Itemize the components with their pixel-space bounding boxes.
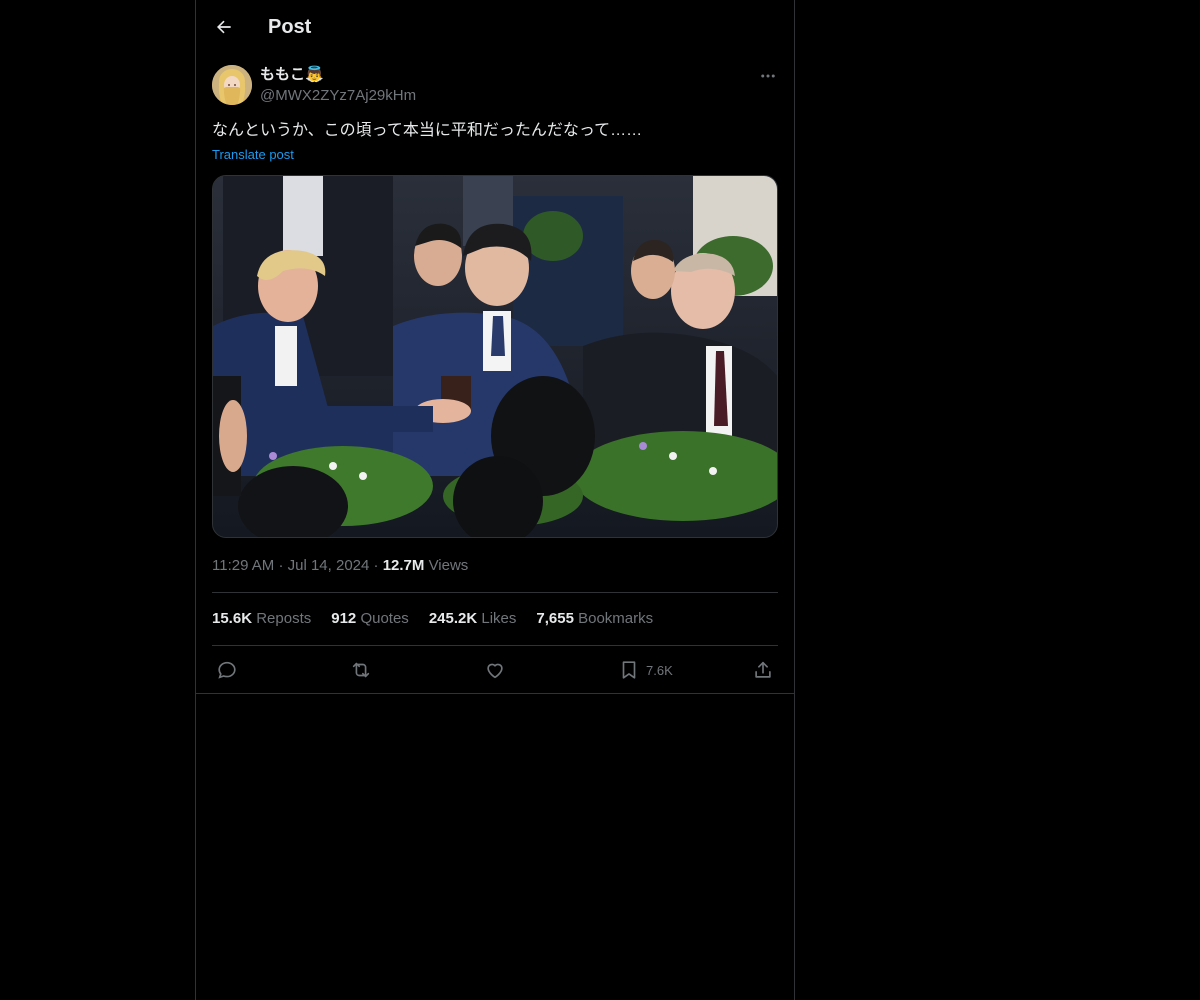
post-date[interactable]: Jul 14, 2024 (288, 557, 370, 574)
bookmarks-stat[interactable]: 7,655 Bookmarks (536, 609, 653, 629)
reposts-label: Reposts (256, 610, 312, 627)
reply-button[interactable] (216, 658, 238, 682)
meta-separator: · (373, 557, 383, 574)
views-label: Views (428, 557, 469, 574)
like-button[interactable] (484, 658, 506, 682)
page-title: Post (268, 16, 312, 38)
bookmark-icon (622, 661, 636, 679)
likes-label: Likes (481, 610, 517, 627)
reposts-stat[interactable]: 15.6K Reposts (212, 609, 311, 629)
photo-image (213, 176, 777, 537)
post-time[interactable]: 11:29 AM (212, 557, 274, 574)
reply-icon (218, 661, 236, 679)
post-meta: 11:29 AM · Jul 14, 2024 · 12.7M Views (212, 556, 468, 576)
bookmarks-count: 7,655 (536, 610, 574, 627)
main-column: Post ももこ👼 @MWX2ZYz7Aj29kHm なんというか、この頃って本… (195, 0, 795, 1000)
heart-icon (487, 663, 503, 679)
translate-post-link[interactable]: Translate post (212, 147, 294, 163)
back-button[interactable] (210, 13, 238, 41)
page-header: Post (196, 0, 794, 54)
bookmark-button[interactable]: 7.6K (618, 658, 673, 682)
divider (212, 592, 778, 593)
likes-stat[interactable]: 245.2K Likes (429, 609, 517, 629)
quotes-label: Quotes (360, 610, 409, 627)
quotes-stat[interactable]: 912 Quotes (331, 609, 409, 629)
share-icon (755, 661, 771, 678)
post-photo[interactable] (212, 175, 778, 538)
divider (212, 645, 778, 646)
reposts-count: 15.6K (212, 610, 253, 627)
avatar-image (212, 65, 252, 105)
bookmark-count: 7.6K (646, 662, 673, 678)
display-name[interactable]: ももこ👼 (260, 65, 324, 85)
post-bottom-border (196, 693, 794, 694)
quotes-count: 912 (331, 610, 357, 627)
meta-separator: · (278, 557, 288, 574)
arrow-left-icon (217, 20, 231, 34)
likes-count: 245.2K (428, 610, 478, 627)
repost-button[interactable] (350, 658, 372, 682)
bookmarks-label: Bookmarks (578, 610, 654, 627)
engagement-stats: 15.6K Reposts 912 Quotes 245.2K Likes 7,… (212, 609, 653, 629)
more-horizontal-icon (761, 74, 775, 78)
user-handle[interactable]: @MWX2ZYz7Aj29kHm (260, 86, 416, 106)
avatar[interactable] (212, 65, 252, 105)
views-count: 12.7M (382, 557, 425, 574)
post-text: なんというか、この頃って本当に平和だったんだなって…… (212, 122, 643, 139)
repost-icon (352, 662, 370, 678)
action-bar: 7.6K (212, 656, 778, 684)
share-button[interactable] (752, 658, 774, 682)
more-options-button[interactable] (758, 66, 778, 86)
